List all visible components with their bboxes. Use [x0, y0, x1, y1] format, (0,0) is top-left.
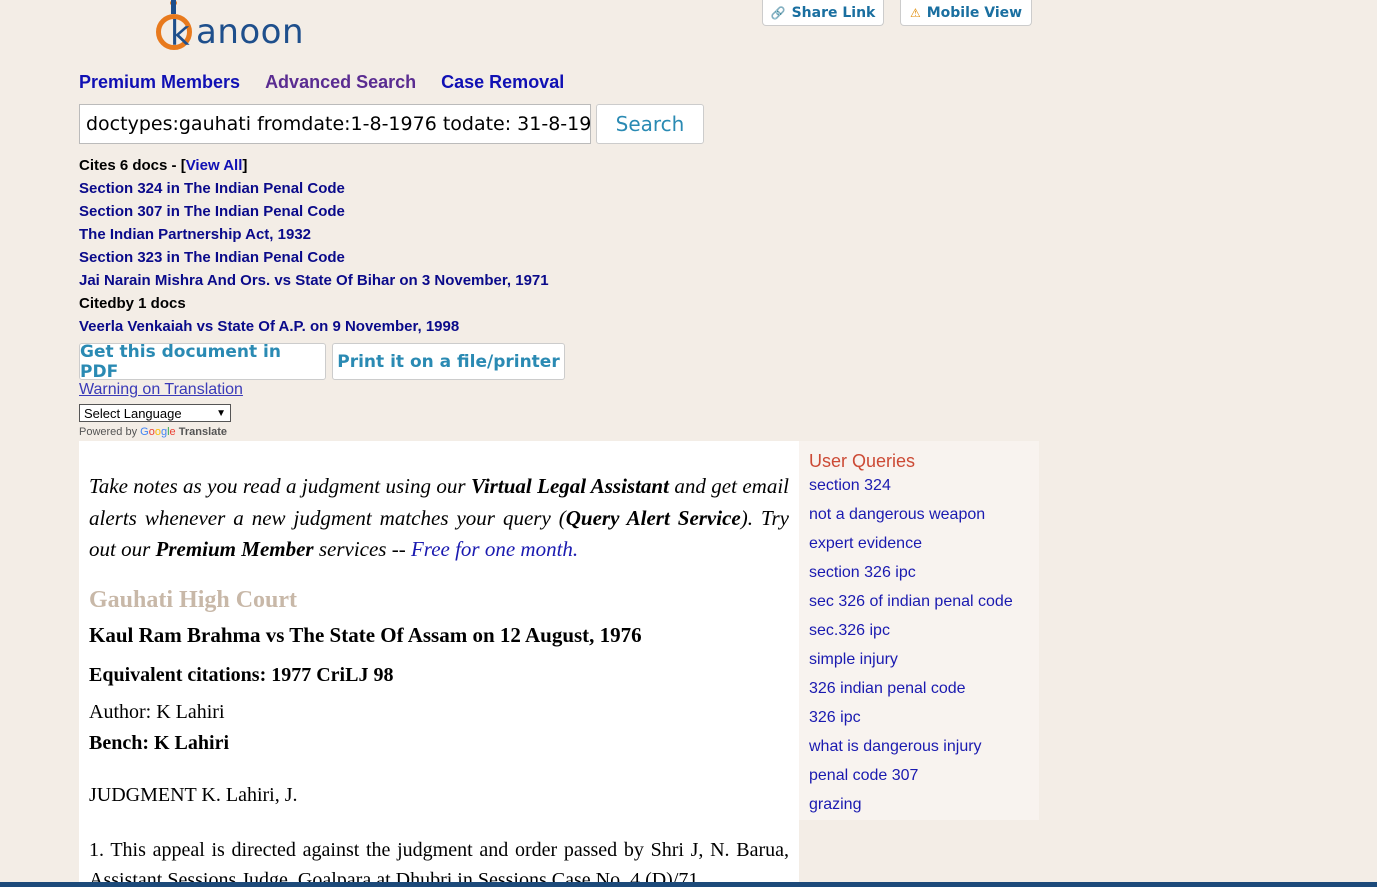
free-trial-link[interactable]: Free for one month. [411, 537, 578, 561]
query-link[interactable]: simple injury [809, 651, 1013, 680]
citedby-label: Citedby 1 docs [79, 295, 186, 312]
search-button[interactable]: Search [596, 104, 704, 144]
user-queries-list: section 324 not a dangerous weapon exper… [809, 477, 1013, 825]
print-button[interactable]: Print it on a file/printer [332, 343, 565, 380]
cites-link[interactable]: Section 323 in The Indian Penal Code [79, 246, 549, 269]
equivalent-citations: Equivalent citations: 1977 CriLJ 98 [89, 664, 394, 686]
nav-case-removal[interactable]: Case Removal [441, 72, 564, 93]
doc-author: Author: K Lahiri [89, 701, 225, 723]
cites-section: Cites 6 docs - [View All] Section 324 in… [79, 154, 549, 338]
court-name: Gauhati High Court [89, 587, 298, 613]
chevron-down-icon: ▼ [216, 407, 226, 419]
nav-advanced-search[interactable]: Advanced Search [265, 72, 416, 93]
translation-warning-link[interactable]: Warning on Translation [79, 381, 243, 399]
query-link[interactable]: 326 ipc [809, 709, 1013, 738]
query-link[interactable]: section 324 [809, 477, 1013, 506]
language-select-value: Select Language [84, 405, 182, 421]
query-link[interactable]: section 326 ipc [809, 564, 1013, 593]
user-queries-sidebar: User Queries section 324 not a dangerous… [799, 441, 1039, 820]
logo[interactable]: k anoon [78, 0, 304, 60]
view-all-link[interactable]: View All [186, 157, 243, 174]
promo-text: Take notes as you read a judgment using … [89, 474, 790, 561]
cites-link[interactable]: Section 324 in The Indian Penal Code [79, 177, 549, 200]
pdf-button[interactable]: Get this document in PDF [79, 342, 326, 382]
query-link[interactable]: not a dangerous weapon [809, 506, 1013, 535]
query-link[interactable]: penal code 307 [809, 767, 1013, 796]
mobile-view-label: Mobile View [926, 4, 1023, 21]
judgment-paragraph: 1. This appeal is directed against the j… [89, 839, 789, 887]
query-link[interactable]: sec 326 of indian penal code [809, 593, 1013, 622]
mobile-view-button[interactable]: ⚠ Mobile View [900, 0, 1032, 26]
user-queries-heading: User Queries [809, 451, 916, 471]
cites-label: Cites 6 docs - [View All] [79, 157, 248, 174]
doc-title: Kaul Ram Brahma vs The State Of Assam on… [89, 623, 642, 647]
translate-link[interactable]: Translate [179, 426, 227, 438]
search-input[interactable]: doctypes:gauhati fromdate:1-8-1976 todat… [79, 104, 591, 144]
query-link[interactable]: sec.326 ipc [809, 622, 1013, 651]
cites-link[interactable]: Jai Narain Mishra And Ors. vs State Of B… [79, 269, 549, 292]
cites-link[interactable]: Section 307 in The Indian Penal Code [79, 200, 549, 223]
query-link[interactable]: expert evidence [809, 535, 1013, 564]
link-icon: 🔗 [770, 5, 786, 20]
main-nav: Premium Members Advanced Search Case Rem… [79, 72, 564, 93]
citedby-link[interactable]: Veerla Venkaiah vs State Of A.P. on 9 No… [79, 315, 549, 338]
logo-stem [171, 0, 176, 14]
logo-letter: k [170, 14, 190, 54]
judgment-heading: JUDGMENT K. Lahiri, J. [89, 784, 298, 806]
doc-bench: Bench: K Lahiri [89, 732, 230, 754]
query-link[interactable]: what is dangerous injury [809, 738, 1013, 767]
language-select[interactable]: Select Language ▼ [79, 404, 231, 422]
bottom-bar [0, 882, 1377, 887]
share-link-label: Share Link [791, 4, 876, 21]
cites-link[interactable]: The Indian Partnership Act, 1932 [79, 223, 549, 246]
warning-icon: ⚠ [909, 5, 921, 20]
judgment-pane: Take notes as you read a judgment using … [79, 441, 799, 887]
query-link[interactable]: 326 indian penal code [809, 680, 1013, 709]
google-logo[interactable]: Google [140, 426, 176, 438]
powered-by-google: Powered by Google Translate [79, 426, 228, 438]
nav-premium-members[interactable]: Premium Members [79, 72, 240, 93]
logo-text: anoon [196, 12, 305, 52]
share-link-button[interactable]: 🔗 Share Link [762, 0, 884, 26]
query-link[interactable]: grazing [809, 796, 1013, 825]
